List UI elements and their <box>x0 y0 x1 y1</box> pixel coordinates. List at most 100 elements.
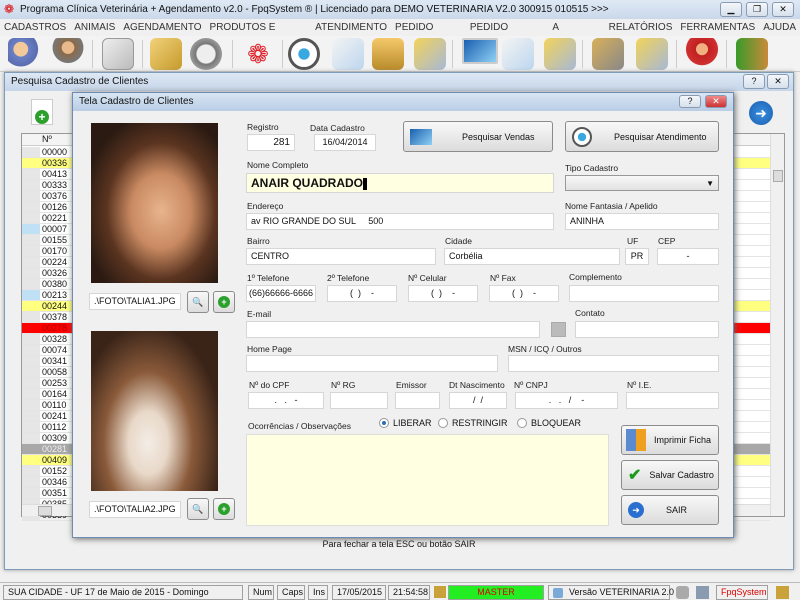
restore-button[interactable]: ❐ <box>746 2 768 17</box>
money-icon[interactable] <box>592 38 624 70</box>
uf-field[interactable]: PR <box>625 248 649 265</box>
photo2-path-field[interactable]: .\FOTO\TALIA2.JPG <box>89 501 181 518</box>
emissor-field[interactable] <box>395 392 440 409</box>
nascimento-field[interactable]: / / <box>449 392 507 409</box>
rg-field[interactable] <box>330 392 388 409</box>
nome-field[interactable]: ANAIR QUADRADO <box>246 173 554 193</box>
cpf-field[interactable]: . . - <box>248 392 324 409</box>
report-printer-icon[interactable] <box>636 38 668 70</box>
row-indicator <box>22 466 40 476</box>
endereco-field[interactable]: av RIO GRANDE DO SUL 500 <box>246 213 554 230</box>
menu-animais[interactable]: ANIMAIS <box>70 19 119 36</box>
cidade-field[interactable]: Corbélia <box>444 248 620 265</box>
printer-icon[interactable] <box>544 38 576 70</box>
observacoes-textarea[interactable] <box>246 434 609 526</box>
products-boxes-icon[interactable] <box>150 38 182 70</box>
bairro-field[interactable]: CENTRO <box>246 248 436 265</box>
barcode-icon[interactable] <box>190 38 222 70</box>
document-search-icon[interactable] <box>332 38 364 70</box>
radio-liberar[interactable]: LIBERAR <box>379 418 432 428</box>
fantasia-field[interactable]: ANINHA <box>565 213 719 230</box>
help-button[interactable]: ? <box>743 74 765 89</box>
row-indicator <box>22 345 40 355</box>
calendar-icon[interactable] <box>102 38 134 70</box>
menu-pedido-vendas[interactable]: PEDIDO VENDAS <box>391 19 466 50</box>
photo1-add-button[interactable]: + <box>213 291 235 313</box>
cep-field[interactable]: - <box>657 248 719 265</box>
radio-restringir[interactable]: RESTRINGIR <box>438 418 508 428</box>
tel2-field[interactable]: ( ) - <box>327 285 397 302</box>
column-header-no[interactable]: Nº <box>42 134 52 144</box>
row-indicator <box>22 246 40 256</box>
scroll-thumb[interactable] <box>38 506 52 516</box>
registro-label: Registro <box>247 122 279 132</box>
menu-pedido-compras[interactable]: PEDIDO COMPRAS <box>466 19 548 50</box>
status-brand: FpqSystem <box>716 585 768 600</box>
row-indicator <box>22 477 40 487</box>
row-indicator <box>22 356 40 366</box>
sair-button[interactable]: ➜ SAIR <box>621 495 719 525</box>
nascimento-label: Dt Nascimento <box>449 380 505 390</box>
ie-field[interactable] <box>626 392 719 409</box>
photo1-path-field[interactable]: .\FOTO\TALIA1.JPG <box>89 293 181 310</box>
add-client-button[interactable]: + <box>31 99 53 125</box>
menu-relatorios[interactable]: RELATÓRIOS <box>605 19 677 36</box>
pesquisar-vendas-button[interactable]: Pesquisar Vendas <box>403 121 553 152</box>
tipo-select[interactable]: ▼ <box>565 175 719 191</box>
photo1-search-button[interactable]: 🔍 <box>187 291 209 313</box>
celular-field[interactable]: ( ) - <box>408 285 478 302</box>
row-indicator <box>22 147 40 157</box>
data-cadastro-field[interactable]: 16/04/2014 <box>314 134 376 151</box>
radio-bloquear[interactable]: BLOQUEAR <box>517 418 581 428</box>
email-field[interactable] <box>246 321 540 338</box>
menu-cadastros[interactable]: CADASTROS <box>0 19 70 36</box>
complemento-field[interactable] <box>569 285 719 302</box>
menu-ajuda[interactable]: AJUDA <box>759 19 800 36</box>
cnpj-field[interactable]: . . / - <box>515 392 618 409</box>
menu-a-receber[interactable]: A RECEBER <box>548 19 604 50</box>
close-window-button[interactable]: ✕ <box>772 2 794 17</box>
menu-bar: CADASTROS ANIMAIS AGENDAMENTO PRODUTOS E… <box>0 19 800 50</box>
send-email-button[interactable] <box>551 322 566 337</box>
network-icon[interactable] <box>696 586 709 599</box>
file-box-icon[interactable] <box>372 38 404 70</box>
homepage-field[interactable] <box>246 355 498 372</box>
row-number: 00155 <box>42 235 68 245</box>
printer-icon[interactable] <box>414 38 446 70</box>
close-search-button[interactable]: ✕ <box>767 74 789 89</box>
fax-label: Nº Fax <box>490 273 516 283</box>
menu-produtos-servicos[interactable]: PRODUTOS E SERVIÇOS <box>206 19 312 50</box>
msn-field[interactable] <box>508 355 719 372</box>
support-agent-icon[interactable] <box>686 38 718 70</box>
row-number: 00253 <box>42 378 68 388</box>
scroll-thumb[interactable] <box>773 170 783 182</box>
minimize-button[interactable]: ▁ <box>720 2 742 17</box>
vertical-scrollbar[interactable] <box>770 134 784 516</box>
user-icon[interactable] <box>52 38 84 70</box>
paw-plus-icon[interactable] <box>288 38 320 70</box>
contato-field[interactable] <box>575 321 719 338</box>
salvar-cadastro-button[interactable]: ✔ Salvar Cadastro <box>621 460 719 490</box>
row-number: 00281 <box>42 444 68 454</box>
menu-atendimento[interactable]: ATENDIMENTO <box>311 19 391 36</box>
document-search-icon[interactable] <box>502 38 534 70</box>
close-form-button[interactable]: ✕ <box>705 95 727 108</box>
paw-icon[interactable]: ❁ <box>242 38 274 70</box>
monitor-icon[interactable] <box>462 38 498 64</box>
printer-icon[interactable] <box>676 586 689 599</box>
photo2-add-button[interactable]: + <box>213 498 235 520</box>
clients-icon[interactable] <box>8 38 40 70</box>
exit-door-icon[interactable] <box>736 38 768 70</box>
photo2-search-button[interactable]: 🔍 <box>187 498 209 520</box>
fax-field[interactable]: ( ) - <box>489 285 559 302</box>
row-number: 00110 <box>42 400 67 410</box>
next-arrow-button[interactable]: ➜ <box>749 101 773 125</box>
imprimir-ficha-button[interactable]: Imprimir Ficha <box>621 425 719 455</box>
row-number: 00244 <box>42 301 68 311</box>
tel1-field[interactable]: (66)66666-6666 <box>246 285 316 302</box>
pesquisar-atendimento-button[interactable]: Pesquisar Atendimento <box>565 121 719 152</box>
row-indicator <box>22 312 40 322</box>
menu-ferramentas[interactable]: FERRAMENTAS <box>676 19 759 36</box>
help-button[interactable]: ? <box>679 95 701 108</box>
menu-agendamento[interactable]: AGENDAMENTO <box>119 19 205 36</box>
